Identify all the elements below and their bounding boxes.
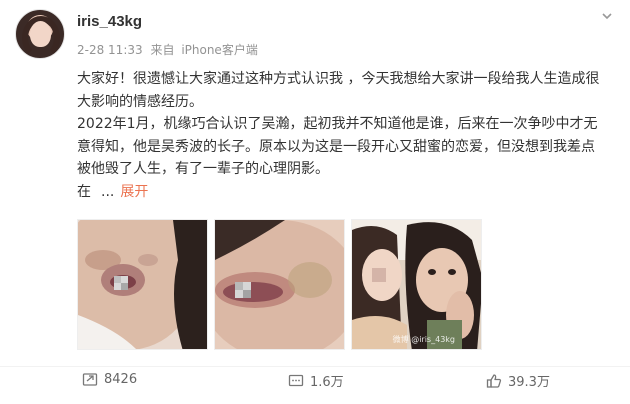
comment-button[interactable]: 1.6万 [288,371,344,390]
post-paragraph: 2022年1月，机缘巧合认识了吴瀚，起初我并不知道他是谁，后来在一次争吵中才无意… [77,116,598,177]
repost-button[interactable]: 8426 [82,371,137,387]
post-photo-1[interactable] [77,219,208,350]
comment-icon [288,374,304,386]
photo-watermark: 微博 @iris_43kg [392,335,455,344]
post-photo-3[interactable]: 微博 @iris_43kg [351,219,482,350]
chevron-down-icon[interactable] [601,10,613,22]
repost-count: 8426 [104,371,138,387]
post-meta: 2-28 11:33 来自 iPhone客户端 [77,41,258,58]
like-count: 39.3万 [508,375,550,390]
expand-link[interactable]: 展开 [120,181,148,204]
post-text: 大家好！很遗憾让大家通过这种方式认识我 ，今天我想给大家讲一段给我人生造成很大影… [77,68,607,203]
ellipsis: ... [101,183,115,200]
weibo-post-card: iris_43kg 2-28 11:33 来自 iPhone客户端 大家好！很遗… [0,0,630,404]
truncated-text: 在 [77,183,91,200]
post-photo-2[interactable] [214,219,345,350]
post-paragraph: 大家好！很遗憾让大家通过这种方式认识我 ，今天我想给大家讲一段给我人生造成很大影… [77,71,600,110]
action-bar: 8426 1.6万 39.3万 [0,366,630,396]
like-button[interactable]: 39.3万 [486,371,550,390]
source-client[interactable]: iPhone客户端 [181,43,258,57]
divider [0,366,630,367]
avatar[interactable] [15,9,65,59]
expand-row: 在 ... 展开 [77,181,607,204]
username[interactable]: iris_43kg [77,13,142,30]
thumbs-up-icon [486,373,502,388]
comment-count: 1.6万 [310,375,344,390]
repost-icon [82,373,98,386]
photo-grid: 微博 @iris_43kg [77,219,482,350]
source-label: 来自 [150,43,175,57]
post-time[interactable]: 2-28 11:33 [77,43,143,57]
avatar-face [30,21,51,47]
